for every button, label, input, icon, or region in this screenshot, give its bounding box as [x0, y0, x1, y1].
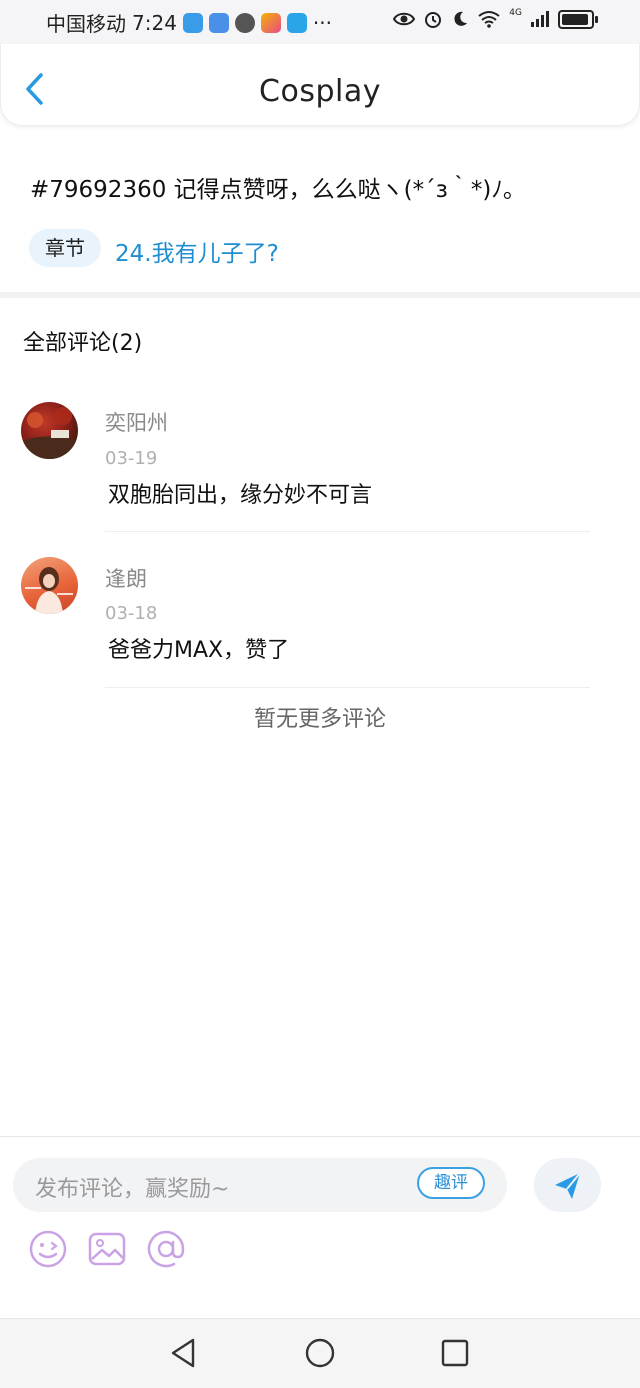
section-divider	[0, 292, 640, 298]
system-nav-bar	[0, 1318, 640, 1388]
comment-text: 爸爸力MAX，赞了	[108, 638, 290, 663]
status-bar: 中国移动 7:24 ··· 4G	[0, 0, 640, 44]
carrier-label: 中国移动	[46, 12, 126, 36]
comment-divider	[105, 531, 590, 532]
comment-divider	[105, 687, 590, 688]
comment-input-placeholder: 发布评论，赢奖励~	[35, 1177, 230, 1202]
status-left: 中国移动 7:24 ···	[46, 8, 332, 37]
eye-icon	[393, 12, 416, 26]
status-right: 4G	[393, 8, 598, 29]
chapter-tag: 章节	[29, 229, 101, 267]
image-icon[interactable]	[87, 1229, 127, 1269]
avatar-image	[25, 567, 73, 614]
send-button[interactable]	[534, 1158, 601, 1212]
signal-icon	[531, 11, 549, 27]
comment-date: 03-19	[105, 448, 158, 469]
comment-input-bar: 发布评论，赢奖励~ 趣评	[0, 1136, 640, 1319]
page-title: Cosplay	[259, 74, 381, 109]
avatar[interactable]	[21, 557, 78, 614]
comments-title: 全部评论(2)	[23, 331, 143, 356]
nav-back-icon[interactable]	[167, 1337, 199, 1369]
moon-icon	[454, 11, 468, 26]
more-notifications: ···	[312, 10, 332, 35]
no-more-comments: 暂无更多评论	[253, 707, 386, 732]
chapter-link[interactable]: 24.我有儿子了?	[115, 234, 279, 268]
mention-icon[interactable]	[146, 1229, 186, 1269]
emoji-icon[interactable]	[28, 1229, 68, 1269]
wifi-icon	[478, 11, 500, 28]
fun-comment-button[interactable]: 趣评	[417, 1167, 485, 1199]
cloud-app-icon	[208, 12, 229, 33]
battery-icon	[558, 9, 598, 29]
comment-author[interactable]: 奕阳州	[105, 407, 168, 437]
nav-home-icon[interactable]	[304, 1337, 336, 1369]
alarm-icon	[425, 12, 442, 28]
send-icon	[555, 1172, 581, 1199]
comment-text: 双胞胎同出，缘分妙不可言	[108, 483, 373, 508]
comment-date: 03-18	[105, 603, 158, 624]
top-app-bar: Cosplay	[0, 44, 640, 126]
post-text: #79692360 记得点赞呀，么么哒ヽ(*´з｀*)ﾉ。	[30, 177, 526, 203]
network-type: 4G	[509, 8, 522, 18]
search-app-icon	[286, 12, 307, 33]
nav-recents-icon[interactable]	[439, 1337, 471, 1369]
comment-input[interactable]: 发布评论，赢奖励~ 趣评	[13, 1158, 507, 1212]
avatar-image	[21, 407, 78, 459]
comment-author[interactable]: 逢朗	[105, 563, 147, 593]
message-app-icon	[234, 12, 255, 33]
weather-app-icon	[182, 12, 203, 33]
colorful-app-icon	[260, 12, 281, 33]
clock: 7:24	[132, 10, 177, 35]
avatar[interactable]	[21, 402, 78, 459]
